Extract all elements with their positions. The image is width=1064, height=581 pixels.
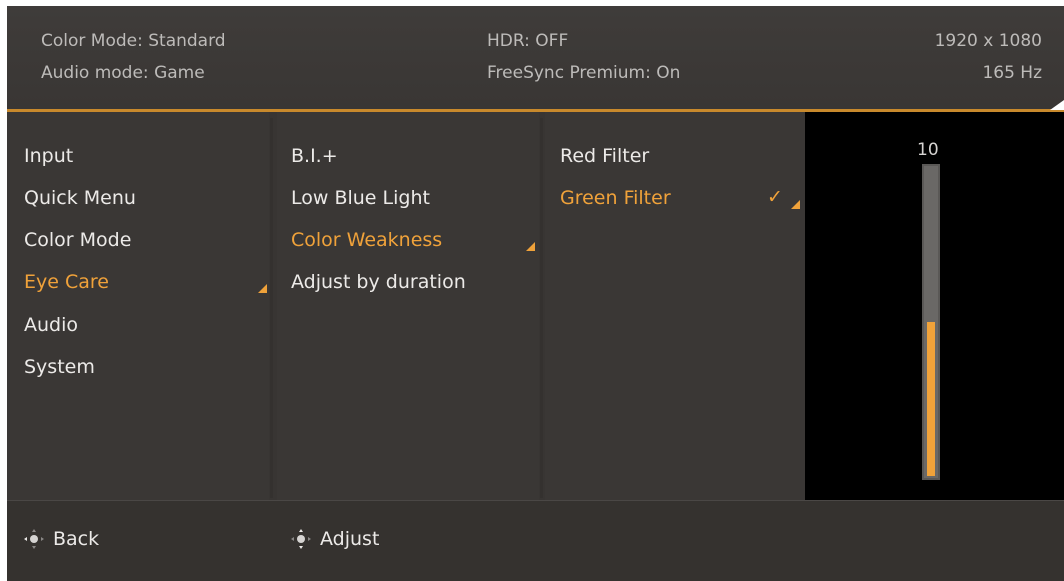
osd-corner-notch — [1050, 100, 1064, 110]
back-button[interactable]: Back — [23, 527, 99, 551]
submenu-item-bi-plus[interactable]: B.I.+ — [291, 145, 338, 167]
freesync-status: FreeSync Premium: On — [487, 63, 681, 83]
selection-corner-icon — [526, 242, 535, 251]
joystick-left-icon — [24, 529, 44, 549]
menu-item-eye-care[interactable]: Eye Care — [24, 271, 109, 293]
color-mode-status: Color Mode: Standard — [41, 31, 226, 51]
column-divider — [540, 118, 543, 498]
eye-care-submenu — [277, 112, 539, 500]
menu-item-system[interactable]: System — [24, 356, 95, 378]
refresh-rate-status: 165 Hz — [982, 63, 1042, 83]
slider-fill — [927, 322, 935, 476]
menu-item-input[interactable]: Input — [24, 145, 73, 167]
main-menu — [7, 112, 269, 500]
menu-item-color-mode[interactable]: Color Mode — [24, 229, 131, 251]
level-slider[interactable] — [922, 164, 940, 480]
status-header: Color Mode: Standard Audio mode: Game HD… — [7, 6, 1064, 109]
checkmark-icon: ✓ — [767, 186, 783, 208]
submenu-item-color-weakness[interactable]: Color Weakness — [291, 229, 442, 251]
menu-item-audio[interactable]: Audio — [24, 314, 78, 336]
adjust-button[interactable]: Adjust — [290, 527, 379, 551]
monitor-osd: Color Mode: Standard Audio mode: Game HD… — [7, 6, 1064, 581]
column-divider — [270, 118, 273, 498]
hdr-status: HDR: OFF — [487, 31, 569, 51]
submenu-item-adjust-by-duration[interactable]: Adjust by duration — [291, 271, 466, 293]
color-weakness-options — [545, 112, 805, 500]
resolution-status: 1920 x 1080 — [934, 31, 1042, 51]
audio-mode-status: Audio mode: Game — [41, 63, 205, 83]
slider-value: 10 — [917, 140, 939, 160]
joystick-up-down-icon — [291, 529, 311, 549]
option-red-filter[interactable]: Red Filter — [560, 145, 649, 167]
menu-item-quick-menu[interactable]: Quick Menu — [24, 187, 136, 209]
selection-corner-icon — [258, 284, 267, 293]
back-label: Back — [53, 528, 100, 550]
selection-corner-icon — [791, 200, 800, 209]
option-green-filter[interactable]: Green Filter — [560, 187, 671, 209]
adjust-label: Adjust — [320, 528, 380, 550]
footer-bar: Back Adjust — [7, 500, 1064, 581]
submenu-item-low-blue-light[interactable]: Low Blue Light — [291, 187, 430, 209]
